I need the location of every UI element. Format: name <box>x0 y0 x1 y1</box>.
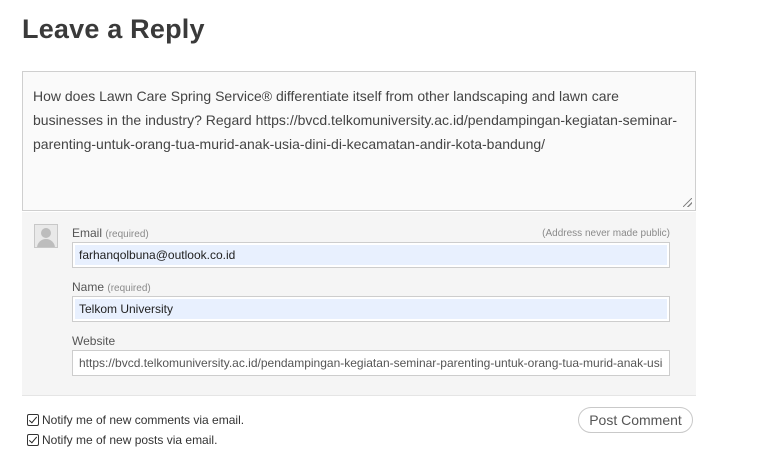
email-label-text: Email <box>72 226 103 240</box>
resize-handle-icon[interactable] <box>683 198 692 207</box>
post-comment-button[interactable]: Post Comment <box>578 407 693 433</box>
website-input[interactable] <box>75 353 667 373</box>
email-field[interactable] <box>72 242 670 268</box>
notify-comments-option[interactable]: Notify me of new comments via email. <box>27 413 244 427</box>
checkbox-checked-icon[interactable] <box>27 414 39 426</box>
email-label: Email (required) <box>72 226 149 240</box>
comment-text: How does Lawn Care Spring Service® diffe… <box>33 88 678 152</box>
name-required-note: (required) <box>107 283 151 294</box>
comment-textarea[interactable]: How does Lawn Care Spring Service® diffe… <box>22 71 696 211</box>
website-label: Website <box>72 334 115 348</box>
notify-posts-label: Notify me of new posts via email. <box>42 433 218 447</box>
email-input[interactable] <box>75 245 667 265</box>
default-avatar-icon <box>34 224 58 248</box>
notify-posts-option[interactable]: Notify me of new posts via email. <box>27 433 217 447</box>
name-field[interactable] <box>72 296 670 322</box>
privacy-note: (Address never made public) <box>542 228 670 239</box>
email-required-note: (required) <box>105 229 149 240</box>
website-label-text: Website <box>72 334 116 348</box>
reply-heading: Leave a Reply <box>22 14 205 44</box>
name-label: Name (required) <box>72 280 151 294</box>
website-field[interactable] <box>72 350 670 376</box>
name-label-text: Name <box>72 280 105 294</box>
identity-panel: Email (required) (Address never made pub… <box>22 212 696 396</box>
checkbox-checked-icon[interactable] <box>27 434 39 446</box>
notify-comments-label: Notify me of new comments via email. <box>42 413 245 427</box>
name-input[interactable] <box>75 299 667 319</box>
